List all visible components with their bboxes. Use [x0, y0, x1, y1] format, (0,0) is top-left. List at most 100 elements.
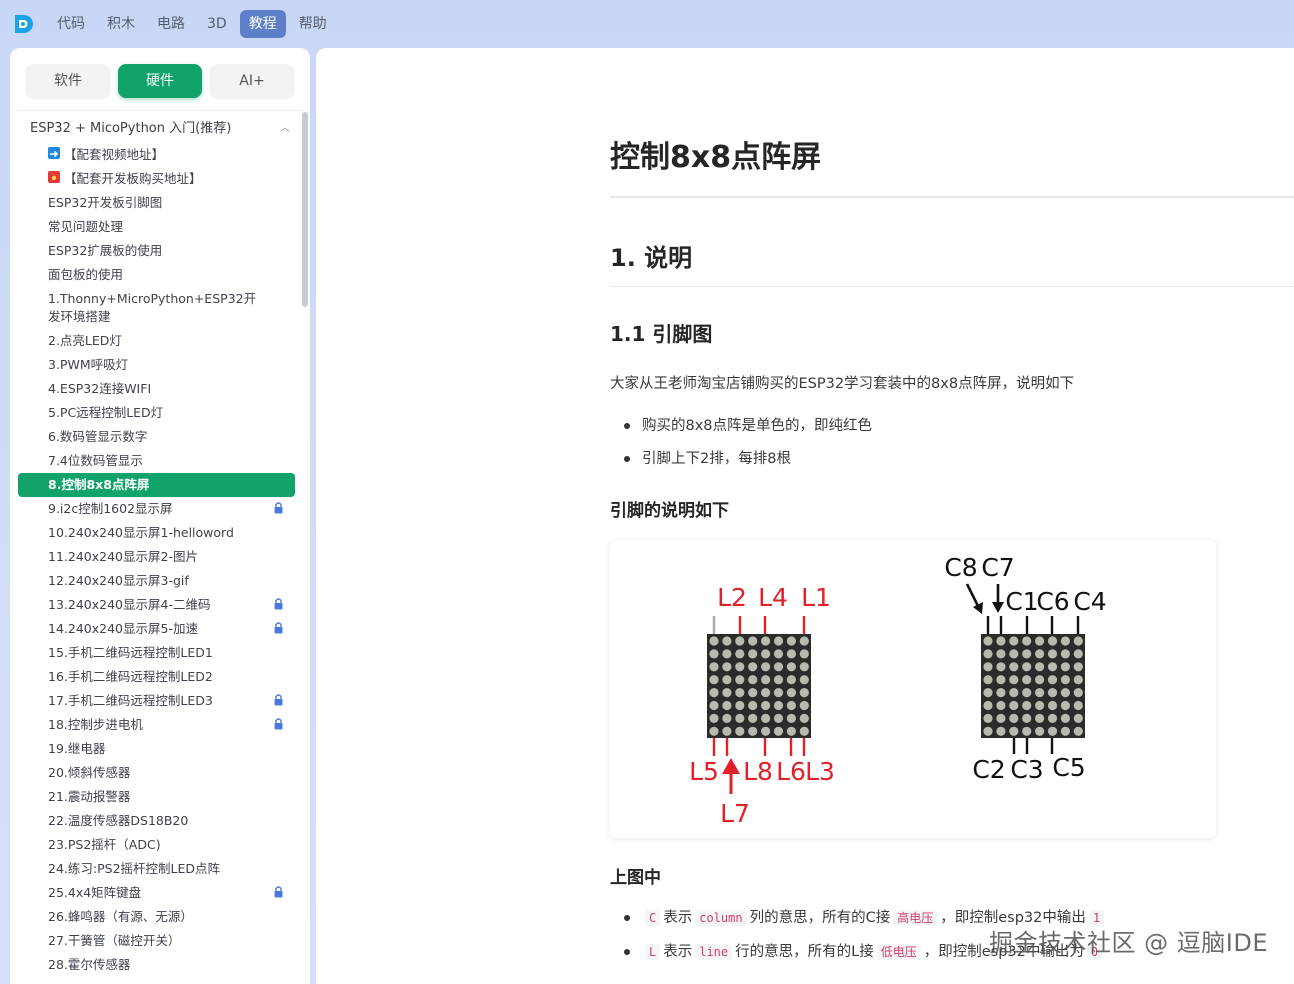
chevron-up-icon[interactable]: ︿ — [280, 118, 290, 140]
sidebar-scrollbar[interactable] — [302, 112, 308, 984]
menu-item-label: 24.练习:PS2摇杆控制LED点阵 — [48, 861, 221, 876]
menu-item[interactable]: 22.温度传感器DS18B20 — [18, 809, 295, 833]
text: 行的意思，所有的L接 — [735, 944, 874, 960]
inline-code: column — [695, 910, 747, 926]
led-dot — [761, 713, 771, 723]
led-dot — [1009, 713, 1019, 723]
led-dot — [761, 688, 771, 698]
menu-item[interactable]: 27.干簧管（磁控开关） — [18, 929, 295, 953]
menu-item[interactable]: 【配套视频地址】 — [18, 143, 295, 167]
sidebar: 软件 硬件 AI+ ESP32 + MicoPython 入门(推荐) ︿ 【配… — [10, 48, 310, 984]
menu-item[interactable]: ESP32扩展板的使用 — [18, 239, 295, 263]
led-dot — [1009, 649, 1019, 659]
menu-item[interactable]: 23.PS2摇杆（ADC) — [18, 833, 295, 857]
nav-help[interactable]: 帮助 — [290, 10, 336, 38]
menu-item[interactable]: 18.控制步进电机 — [18, 713, 295, 737]
arrow-up-icon — [722, 758, 740, 774]
menu-group-title: ESP32 + MicoPython 入门(推荐) — [30, 121, 232, 136]
led-dot — [722, 649, 732, 659]
nav-blocks[interactable]: 积木 — [98, 10, 144, 38]
pin-label: C8 — [944, 553, 977, 582]
menu-item[interactable]: 17.手机二维码远程控制LED3 — [18, 689, 295, 713]
scrollbar-thumb[interactable] — [302, 112, 308, 307]
menu-item[interactable]: 5.PC远程控制LED灯 — [18, 401, 295, 425]
menu-item[interactable]: 25.4x4矩阵键盘 — [18, 881, 295, 905]
led-dot — [996, 649, 1006, 659]
menu-item-label: 11.240x240显示屏2-图片 — [48, 549, 198, 564]
led-dot — [761, 675, 771, 685]
pin-label: L6 — [776, 757, 806, 786]
menu-item[interactable]: 常见问题处理 — [18, 215, 295, 239]
led-dot — [735, 726, 745, 736]
tutorial-menu: 【配套视频地址】 【配套开发板购买地址】 ESP32开发板引脚图 常见问题处理 ESP3… — [18, 143, 295, 977]
menu-item[interactable]: 9.i2c控制1602显示屏 — [18, 497, 295, 521]
lock-icon — [274, 694, 283, 706]
led-dot — [1035, 649, 1045, 659]
bullet-item: 引脚上下2排，每排8根 — [610, 447, 872, 480]
led-dot — [983, 713, 993, 723]
menu-item[interactable]: 14.240x240显示屏5-加速 — [18, 617, 295, 641]
intro-paragraph: 大家从王老师淘宝店铺购买的ESP32学习套装中的8x8点阵屏，说明如下 — [610, 376, 1075, 392]
menu-item[interactable]: 2.点亮LED灯 — [18, 329, 295, 353]
led-dot — [735, 688, 745, 698]
menu-item[interactable]: 7.4位数码管显示 — [18, 449, 295, 473]
nav-code[interactable]: 代码 — [48, 10, 94, 38]
led-dot — [1035, 713, 1045, 723]
menu-item[interactable]: 6.数码管显示数字 — [18, 425, 295, 449]
tab-software[interactable]: 软件 — [26, 64, 110, 98]
led-dot — [1009, 636, 1019, 646]
nav-circuit[interactable]: 电路 — [148, 10, 194, 38]
menu-group-header[interactable]: ESP32 + MicoPython 入门(推荐) ︿ — [30, 118, 290, 140]
led-dot — [786, 726, 796, 736]
above-heading: 上图中 — [610, 868, 661, 888]
menu-item[interactable]: 4.ESP32连接WIFI — [18, 377, 295, 401]
led-dot — [1022, 726, 1032, 736]
menu-item[interactable]: 20.倾斜传感器 — [18, 761, 295, 785]
menu-item[interactable]: 12.240x240显示屏3-gif — [18, 569, 295, 593]
led-dot — [761, 726, 771, 736]
led-dot — [709, 688, 719, 698]
menu-item-label: 14.240x240显示屏5-加速 — [48, 621, 198, 636]
menu-item[interactable]: 21.震动报警器 — [18, 785, 295, 809]
nav-3d[interactable]: 3D — [198, 10, 236, 38]
menu-item[interactable]: 【配套开发板购买地址】 — [18, 167, 295, 191]
led-dot — [799, 713, 809, 723]
pin-diagram-svg: L2 L4 L1 L5 L8 L6 L3 L7 C8 C7 C1C6 C4 C2 C3 C5 — [689, 553, 1107, 828]
menu-item-label: 5.PC远程控制LED灯 — [48, 405, 164, 420]
led-dot — [1047, 662, 1058, 672]
app-logo-icon[interactable] — [12, 12, 36, 36]
nav-tutorial[interactable]: 教程 — [239, 10, 286, 38]
watermark: 掘金技术社区 @ 逗脑IDE — [989, 929, 1268, 957]
led-dot — [1073, 675, 1083, 685]
menu-item-label: 2.点亮LED灯 — [48, 333, 122, 348]
menu-item[interactable]: 19.继电器 — [18, 737, 295, 761]
pin-label: L4 — [758, 583, 788, 612]
text: 表示 — [663, 944, 693, 960]
menu-item-label: 26.蜂鸣器（有源、无源） — [48, 909, 193, 924]
menu-item[interactable]: 24.练习:PS2摇杆控制LED点阵 — [18, 857, 295, 881]
tab-hardware[interactable]: 硬件 — [118, 64, 202, 98]
text: 表示 — [663, 910, 693, 926]
tab-ai[interactable]: AI+ — [210, 64, 294, 98]
menu-item[interactable]: 8.控制8x8点阵屏 — [18, 473, 295, 497]
menu-item[interactable]: 1.Thonny+MicroPython+ESP32开发环境搭建 — [18, 287, 295, 329]
menu-item[interactable]: 面包板的使用 — [18, 263, 295, 287]
lock-icon — [274, 622, 283, 634]
menu-item[interactable]: 13.240x240显示屏4-二维码 — [18, 593, 295, 617]
menu-item[interactable]: 28.霍尔传感器 — [18, 953, 295, 977]
menu-item[interactable]: 3.PWM呼吸灯 — [18, 353, 295, 377]
led-dot — [773, 688, 784, 698]
led-dot — [983, 636, 993, 646]
menu-item-label: 8.控制8x8点阵屏 — [48, 477, 150, 492]
menu-item[interactable]: ESP32开发板引脚图 — [18, 191, 295, 215]
led-matrix-body — [707, 634, 811, 738]
menu-item[interactable]: 16.手机二维码远程控制LED2 — [18, 665, 295, 689]
menu-item[interactable]: 26.蜂鸣器（有源、无源） — [18, 905, 295, 929]
menu-item[interactable]: 15.手机二维码远程控制LED1 — [18, 641, 295, 665]
led-dot — [773, 700, 784, 711]
menu-item[interactable]: 10.240x240显示屏1-helloword — [18, 521, 295, 545]
led-dot — [722, 726, 732, 736]
menu-item[interactable]: 11.240x240显示屏2-图片 — [18, 545, 295, 569]
led-dot — [709, 726, 719, 736]
led-dot — [983, 662, 993, 672]
